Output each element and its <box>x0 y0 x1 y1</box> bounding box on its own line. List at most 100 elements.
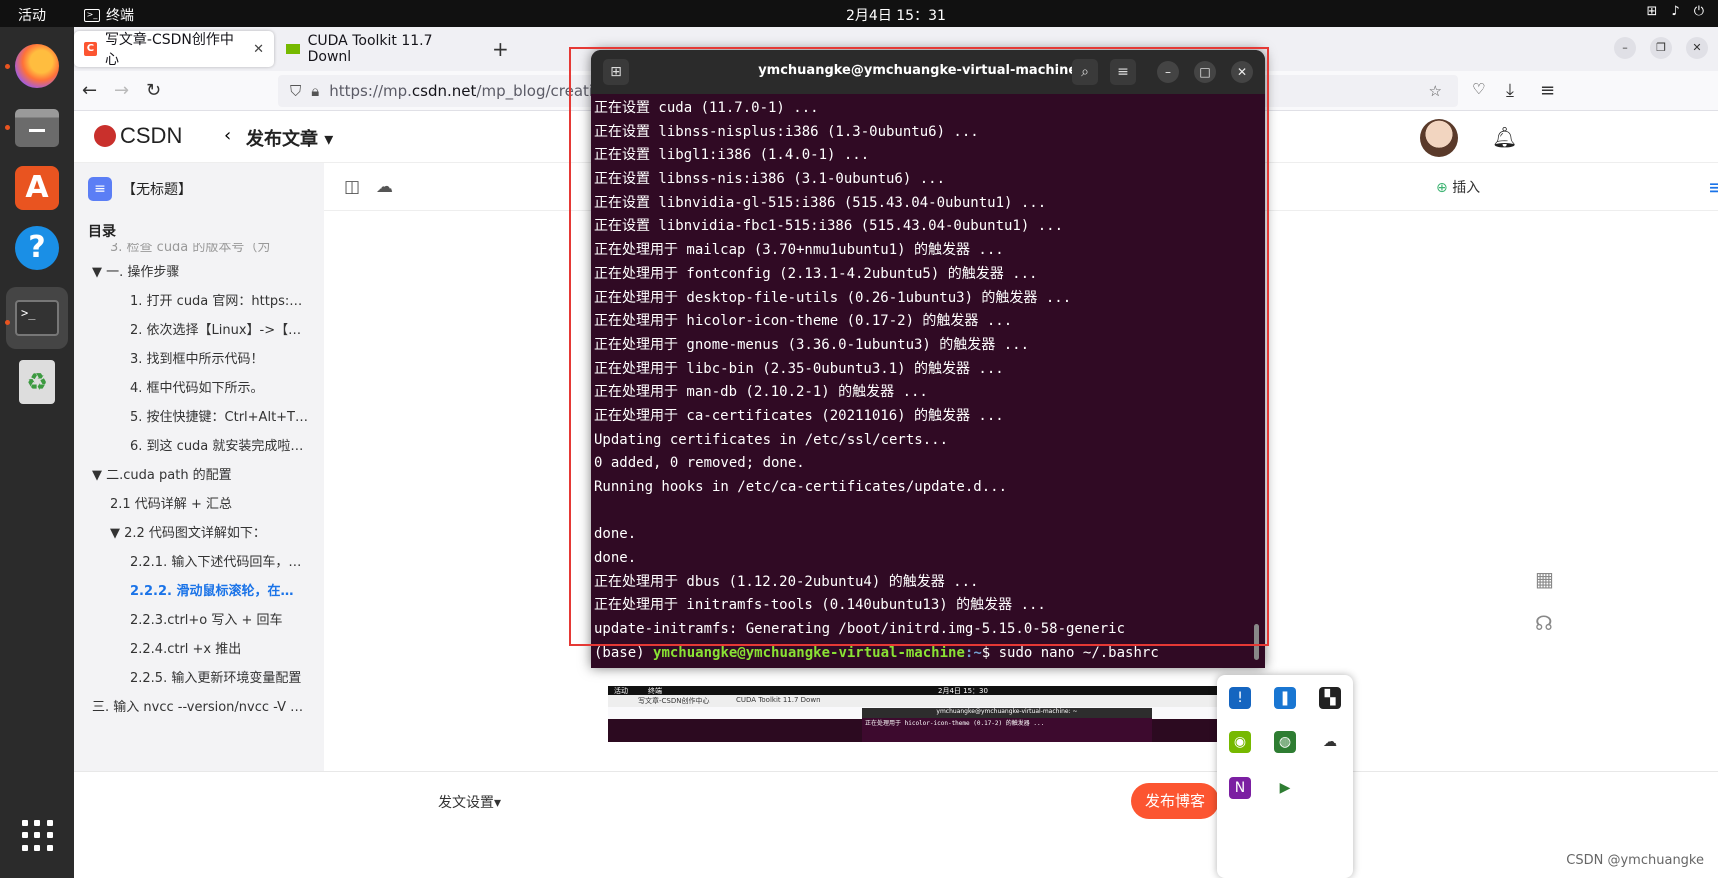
terminal-line: 正在处理用于 desktop-file-utils (0.26-1ubuntu3… <box>594 289 1072 306</box>
document-title[interactable]: ≡ 【无标题】 <box>88 177 192 201</box>
close-icon[interactable]: ✕ <box>253 42 264 57</box>
qr-code-icon[interactable]: ▦ <box>1535 567 1554 591</box>
bookmark-star-icon[interactable]: ☆ <box>1429 82 1442 100</box>
minimize-button[interactable]: – <box>1157 61 1179 83</box>
terminal-line: 正在处理用于 mailcap (3.70+nmu1ubuntu1) 的触发器 .… <box>594 242 1004 259</box>
minimize-button[interactable]: – <box>1614 37 1636 59</box>
avatar[interactable] <box>1420 119 1458 157</box>
toc-item[interactable]: 4. 框中代码如下所示。 <box>74 374 324 403</box>
list-menu-icon[interactable]: ≡ <box>1708 175 1718 199</box>
toc-item[interactable]: ▼ 2.2 代码图文详解如下： <box>74 519 324 548</box>
page-title[interactable]: 发布文章 ▾ <box>246 125 333 151</box>
toc-sidebar: ≡ 【无标题】 目录 3. 检查 cuda 的版本号（为 ▼ 一. 操作步骤 1. … <box>74 163 324 803</box>
outline-toggle-icon[interactable]: ◫ <box>344 177 360 197</box>
dock-help[interactable]: ? <box>12 223 62 273</box>
tab-label: CUDA Toolkit 11.7 Downl <box>307 33 433 65</box>
url-text: https://mp.csdn.net/mp_blog/creatio <box>329 82 603 100</box>
watermark: CSDN @ymchuangke <box>1566 853 1704 868</box>
cloud-icon[interactable]: ☁ <box>1319 731 1341 753</box>
toc-item[interactable]: 2.1 代码详解 + 汇总 <box>74 490 324 519</box>
toc-item[interactable]: 5. 按住快捷键：Ctrl+Alt+T… <box>74 403 324 432</box>
shield-warning-icon[interactable]: ! <box>1229 687 1251 709</box>
tab-cuda-toolkit[interactable]: CUDA Toolkit 11.7 Downl <box>276 31 486 67</box>
reload-icon[interactable]: ↻ <box>146 80 161 101</box>
lock-icon[interactable]: 🔒︎ <box>311 82 319 100</box>
clock[interactable]: 2月4日 15：31 <box>846 5 946 25</box>
volume-icon[interactable]: ♪ <box>1671 4 1679 19</box>
screenshot-thumbnail: 活动 终端 2月4日 15：30 写文章-CSDN创作中心 CUDA Toolk… <box>608 686 1220 742</box>
dock-files[interactable] <box>12 103 62 153</box>
nvidia-icon[interactable]: ◉ <box>1229 731 1251 753</box>
terminal-line: 正在设置 libnvidia-fbc1-515:i386 (515.43.04-… <box>594 218 1064 235</box>
close-button[interactable]: ✕ <box>1231 61 1253 83</box>
toc-item[interactable]: 三. 输入 nvcc --version/nvcc -V … <box>74 693 324 713</box>
menu-icon[interactable]: ≡ <box>1540 80 1555 101</box>
bookmark-app-icon[interactable]: ▚ <box>1319 687 1341 709</box>
publish-button[interactable]: 发布博客 <box>1131 783 1219 819</box>
toc-list: 3. 检查 cuda 的版本号（为 ▼ 一. 操作步骤 1. 打开 cuda 官网：… <box>74 243 324 713</box>
toc-item[interactable]: 2. 依次选择【Linux】->【… <box>74 316 324 345</box>
pocket-icon[interactable]: ♡ <box>1472 80 1485 98</box>
document-icon: ≡ <box>88 177 112 201</box>
power-icon[interactable]: ⏻ <box>1694 4 1704 19</box>
dock-firefox[interactable] <box>12 41 62 91</box>
shield-icon[interactable]: ⛉ <box>290 82 301 100</box>
terminal-icon: >_ <box>15 300 59 336</box>
tray-overflow-popup: ! ❚ ▚ ◉ ◍ ☁ N ▶ <box>1217 675 1353 878</box>
dock-trash[interactable]: ♻ <box>12 357 62 407</box>
media-icon[interactable]: ▶ <box>1274 777 1296 799</box>
maximize-button[interactable]: □ <box>1194 61 1216 83</box>
dock-software[interactable]: A <box>12 163 62 213</box>
terminal-output[interactable]: 正在设置 cuda (11.7.0-1) ... 正在设置 libnss-nisp… <box>594 97 1254 666</box>
toc-item[interactable]: 2.2.3.ctrl+o 写入 + 回车 <box>74 606 324 635</box>
terminal-icon: >_ <box>84 8 100 22</box>
close-button[interactable]: ✕ <box>1686 37 1708 59</box>
hamburger-menu-icon[interactable]: ≡ <box>1110 59 1136 85</box>
terminal-line: done. <box>594 526 637 543</box>
headset-icon[interactable]: ☊ <box>1535 611 1553 635</box>
terminal-line: 正在设置 libnss-nis:i386 (3.1-0ubuntu6) ... <box>594 171 946 188</box>
toc-item[interactable]: 2.2.1. 输入下述代码回车，… <box>74 548 324 577</box>
dock-terminal[interactable]: >_ <box>6 287 68 349</box>
restore-button[interactable]: ❐ <box>1650 37 1672 59</box>
activities-button[interactable]: 活动 <box>18 5 46 25</box>
download-icon[interactable]: ⤓ <box>1506 80 1514 101</box>
show-apps-icon[interactable] <box>22 820 54 852</box>
csdn-logo[interactable]: CSDN <box>94 123 182 149</box>
toc-item[interactable]: 2.2.5. 输入更新环境变量配置 <box>74 664 324 693</box>
toc-item[interactable]: 3. 检查 cuda 的版本号（为 <box>74 243 324 258</box>
running-indicator <box>5 320 10 325</box>
toc-heading: 目录 <box>88 224 116 240</box>
back-icon[interactable]: ← <box>82 80 97 101</box>
defender-icon[interactable]: ❚ <box>1274 687 1296 709</box>
new-tab-button[interactable]: + <box>492 37 509 61</box>
terminal-line: 正在设置 libnvidia-gl-515:i386 (515.43.04-0u… <box>594 194 1047 211</box>
app-menu[interactable]: >_ 终端 <box>84 5 134 25</box>
onenote-icon[interactable]: N <box>1229 777 1251 799</box>
cloud-save-icon[interactable]: ☁ <box>376 177 393 197</box>
toc-item[interactable]: 2.2.2. 滑动鼠标滚轮，在… <box>74 577 324 606</box>
terminal-header: ⊞ ymchuangke@ymchuangke-virtual-machine:… <box>591 50 1265 94</box>
toc-item[interactable]: ▼ 二.cuda path 的配置 <box>74 461 324 490</box>
back-chevron-icon[interactable]: ‹ <box>224 125 231 146</box>
network-icon[interactable]: ⊞ <box>1647 4 1658 19</box>
insert-button[interactable]: ⊕ 插入 <box>1436 177 1480 197</box>
publish-settings-button[interactable]: 发文设置▾ <box>438 792 501 812</box>
toc-item[interactable]: 6. 到这 cuda 就安装完成啦… <box>74 432 324 461</box>
toc-item[interactable]: 1. 打开 cuda 官网：https:… <box>74 287 324 316</box>
toc-item[interactable]: ▼ 一. 操作步骤 <box>74 258 324 287</box>
terminal-line: 正在处理用于 man-db (2.10.2-1) 的触发器 ... <box>594 384 928 401</box>
bell-icon[interactable]: 🔔︎ <box>1492 125 1517 149</box>
terminal-prompt[interactable]: (base) ymchuangke@ymchuangke-virtual-mac… <box>594 642 1254 666</box>
mascot-icon <box>94 125 116 147</box>
terminal-line: update-initramfs: Generating /boot/initr… <box>594 621 1126 638</box>
terminal-scrollbar[interactable] <box>1254 624 1259 660</box>
toc-item[interactable]: 2.2.4.ctrl +x 推出 <box>74 635 324 664</box>
search-icon[interactable]: ⌕ <box>1072 59 1098 85</box>
system-tray[interactable]: ⊞ ♪ ⏻ <box>1647 4 1705 19</box>
tab-csdn-editor[interactable]: C 写文章-CSDN创作中心 ✕ <box>74 31 274 68</box>
globe-network-icon[interactable]: ◍ <box>1274 731 1296 753</box>
forward-icon[interactable]: → <box>114 80 129 101</box>
dock: A ? >_ ♻ <box>0 27 74 878</box>
toc-item[interactable]: 3. 找到框中所示代码！ <box>74 345 324 374</box>
